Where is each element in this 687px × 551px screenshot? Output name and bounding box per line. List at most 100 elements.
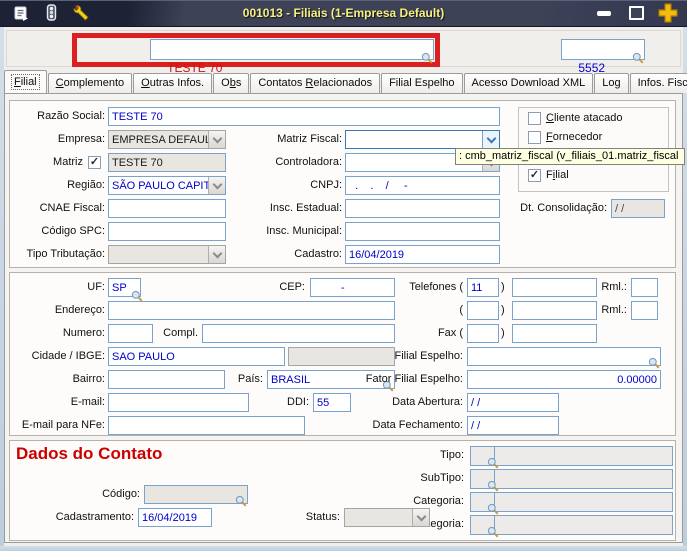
telefone2-open-paren: ( [459,304,463,316]
bairro-input[interactable] [108,370,225,389]
wrench-icon[interactable] [73,4,91,22]
tipo-tributacao-label: Tipo Tributação: [26,248,105,260]
chevron-down-icon[interactable] [208,246,225,263]
cadastramento-label: Cadastramento: [55,511,134,523]
categoria-input[interactable] [470,492,673,515]
matriz-input[interactable]: TESTE 70 [108,153,226,172]
email-label: E-mail: [70,396,105,408]
cep-label: CEP: [279,281,305,293]
empresa-combo[interactable]: EMPRESA DEFAULT [108,130,226,149]
tab-contatos-relacionados[interactable]: Contatos Relacionados [250,73,381,93]
fornecedor-checkbox[interactable] [528,131,541,144]
compl-input[interactable] [202,324,395,343]
email-input[interactable] [108,393,249,412]
telefone1-input[interactable] [512,278,597,297]
telefone1-ddd-input[interactable]: 11 [467,278,499,297]
email-nfe-input[interactable] [108,416,305,435]
ramal2-input[interactable] [631,301,658,320]
maximize-button[interactable] [625,4,647,22]
insc-municipal-input[interactable] [345,222,500,241]
filial-checkbox[interactable] [528,169,541,182]
email-nfe-label: E-mail para NFe: [21,419,105,431]
insc-municipal-label: Insc. Municipal: [266,225,342,237]
cnpj-input[interactable]: . . / - [345,176,500,195]
fax-ddd-input[interactable] [467,324,499,343]
tab-log[interactable]: Log [594,73,629,93]
magnifier-icon[interactable] [648,357,660,369]
telefone2-paren: ) [501,304,505,316]
chevron-down-icon[interactable] [208,131,225,148]
cadastro-label: Cadastro: [294,248,342,260]
chevron-down-icon[interactable] [208,177,225,194]
window-title: 001013 - Filiais (1-Empresa Default) [242,6,445,20]
tipo-tributacao-combo[interactable] [108,245,226,264]
chevron-down-icon[interactable] [412,509,429,526]
cliente-atacado-checkbox[interactable] [528,112,541,125]
minimize-button[interactable] [593,4,615,22]
magnifier-icon[interactable] [487,456,499,469]
contato-codigo-label: Código: [102,488,140,500]
tipo-input[interactable] [470,446,673,469]
telefone2-input[interactable] [512,301,597,320]
dt-consolidacao-label: Dt. Consolidação: [520,202,607,214]
empresa-label: Empresa: [57,133,105,145]
traffic-light-icon[interactable] [45,4,58,22]
cnae-fiscal-input[interactable] [108,199,226,218]
subtipo-input[interactable] [470,469,673,492]
data-abertura-input[interactable]: / / [467,393,559,412]
matriz-fiscal-combo[interactable] [345,130,500,149]
cidade-input[interactable]: SAO PAULO [108,347,285,366]
codigo-spc-label: Código SPC: [41,225,105,237]
magnifier-icon[interactable] [487,525,499,538]
magnifier-icon[interactable] [421,51,433,64]
telefone2-ddd-input[interactable] [467,301,499,320]
ddi-label: DDI: [287,396,309,408]
close-button[interactable] [657,2,679,23]
cnpj-label: CNPJ: [310,179,342,191]
cliente-atacado-label: Cliente atacado [546,112,623,124]
tab-filial[interactable]: Filial [4,70,47,93]
magnifier-icon[interactable] [632,51,644,64]
compl-label: Compl. [163,327,198,339]
insc-estadual-input[interactable] [345,199,500,218]
cadastro-input[interactable]: 16/04/2019 [345,245,500,264]
controladora-label: Controladora: [275,156,342,168]
chevron-down-icon[interactable] [482,131,499,148]
filial-espelho-input[interactable] [467,347,661,369]
ddi-input[interactable]: 55 [313,393,351,412]
numero-label: Numero: [62,327,105,339]
razao-social-input[interactable]: TESTE 70 [108,107,500,126]
tab-filial-espelho[interactable]: Filial Espelho [381,73,463,93]
magnifier-icon[interactable] [235,495,247,507]
codigo-header-input[interactable]: 5552 [561,39,645,75]
fator-filial-espelho-input[interactable]: 0.00000 [467,370,661,389]
dt-consolidacao-input[interactable]: / / [611,199,665,218]
endereco-input[interactable] [108,301,395,320]
dados-contato-title: Dados do Contato [16,444,163,463]
filial-header-input[interactable]: TESTE 70 [150,39,434,75]
document-icon[interactable] [13,5,30,22]
fator-filial-espelho-label: Fator Filial Espelho: [365,373,463,385]
magnifier-icon[interactable] [487,502,499,515]
magnifier-icon[interactable] [487,479,499,492]
data-fechamento-input[interactable]: / / [467,416,559,435]
matriz-checkbox[interactable] [88,156,101,169]
ramal1-input[interactable] [631,278,658,297]
codigo-spc-input[interactable] [108,222,226,241]
subcategoria-input[interactable] [470,515,673,538]
telefones-label: Telefones ( [409,281,463,293]
matriz-label: Matriz [53,156,83,168]
status-combo[interactable] [344,508,430,527]
numero-input[interactable] [108,324,153,343]
window-border-right [683,26,687,551]
tab-acesso-download-xml[interactable]: Acesso Download XML [463,73,594,93]
fax-input[interactable] [512,324,597,343]
regiao-combo[interactable]: SÃO PAULO CAPITAL [108,176,226,195]
cadastramento-input[interactable]: 16/04/2019 [138,508,212,527]
tab-infos-fiscais[interactable]: Infos. Fiscais [629,73,687,93]
uf-input[interactable]: SP [108,278,143,302]
contato-codigo-input[interactable] [144,485,248,507]
subtipo-label: SubTipo: [420,472,464,484]
titlebar-toolbar [0,4,91,22]
tab-complemento[interactable]: Complemento [47,73,133,93]
